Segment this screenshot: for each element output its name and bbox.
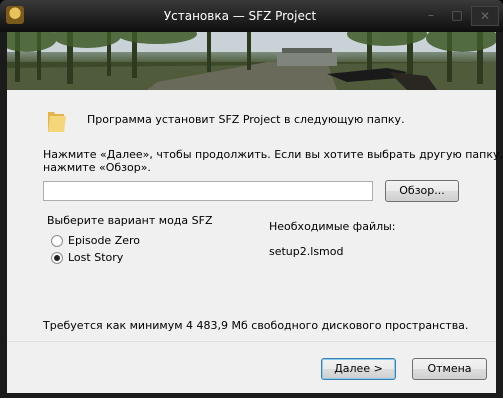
instructions-line-2: нажмите «Обзор».	[43, 161, 151, 174]
instructions-line-1: Нажмите «Далее», чтобы продолжить. Если …	[43, 148, 503, 161]
required-file-name: setup2.lsmod	[269, 245, 344, 258]
mode-heading: Выберите вариант мода SFZ	[47, 214, 213, 227]
main-content: Программа установит SFZ Project в следую…	[7, 90, 503, 341]
radio-lost-story[interactable]	[51, 252, 63, 264]
folder-icon	[48, 112, 66, 132]
radio-episode-zero[interactable]	[51, 235, 63, 247]
required-files-heading: Необходимые файлы:	[269, 220, 396, 233]
close-icon[interactable]: ✕	[471, 6, 499, 26]
installer-window: Установка — SFZ Project – □ ✕ Программа …	[0, 0, 503, 398]
title-bar[interactable]: Установка — SFZ Project – □ ✕	[0, 0, 503, 32]
disk-space-requirement: Требуется как минимум 4 483,9 Мб свободн…	[43, 319, 469, 332]
radio-label-lost-story[interactable]: Lost Story	[68, 251, 123, 264]
minimize-icon[interactable]: –	[420, 6, 442, 24]
banner-scene	[7, 32, 496, 90]
window-title: Установка — SFZ Project	[163, 9, 317, 23]
radio-selected-dot	[54, 255, 60, 261]
install-path-input[interactable]	[43, 181, 373, 201]
radio-label-episode-zero[interactable]: Episode Zero	[68, 234, 140, 247]
header-banner-image	[7, 32, 496, 90]
button-bar: Далее > Отмена	[7, 341, 496, 393]
browse-button[interactable]: Обзор...	[385, 180, 459, 202]
next-button[interactable]: Далее >	[321, 358, 396, 380]
maximize-icon[interactable]: □	[446, 6, 468, 24]
install-message: Программа установит SFZ Project в следую…	[87, 113, 405, 126]
cancel-button[interactable]: Отмена	[412, 358, 487, 380]
